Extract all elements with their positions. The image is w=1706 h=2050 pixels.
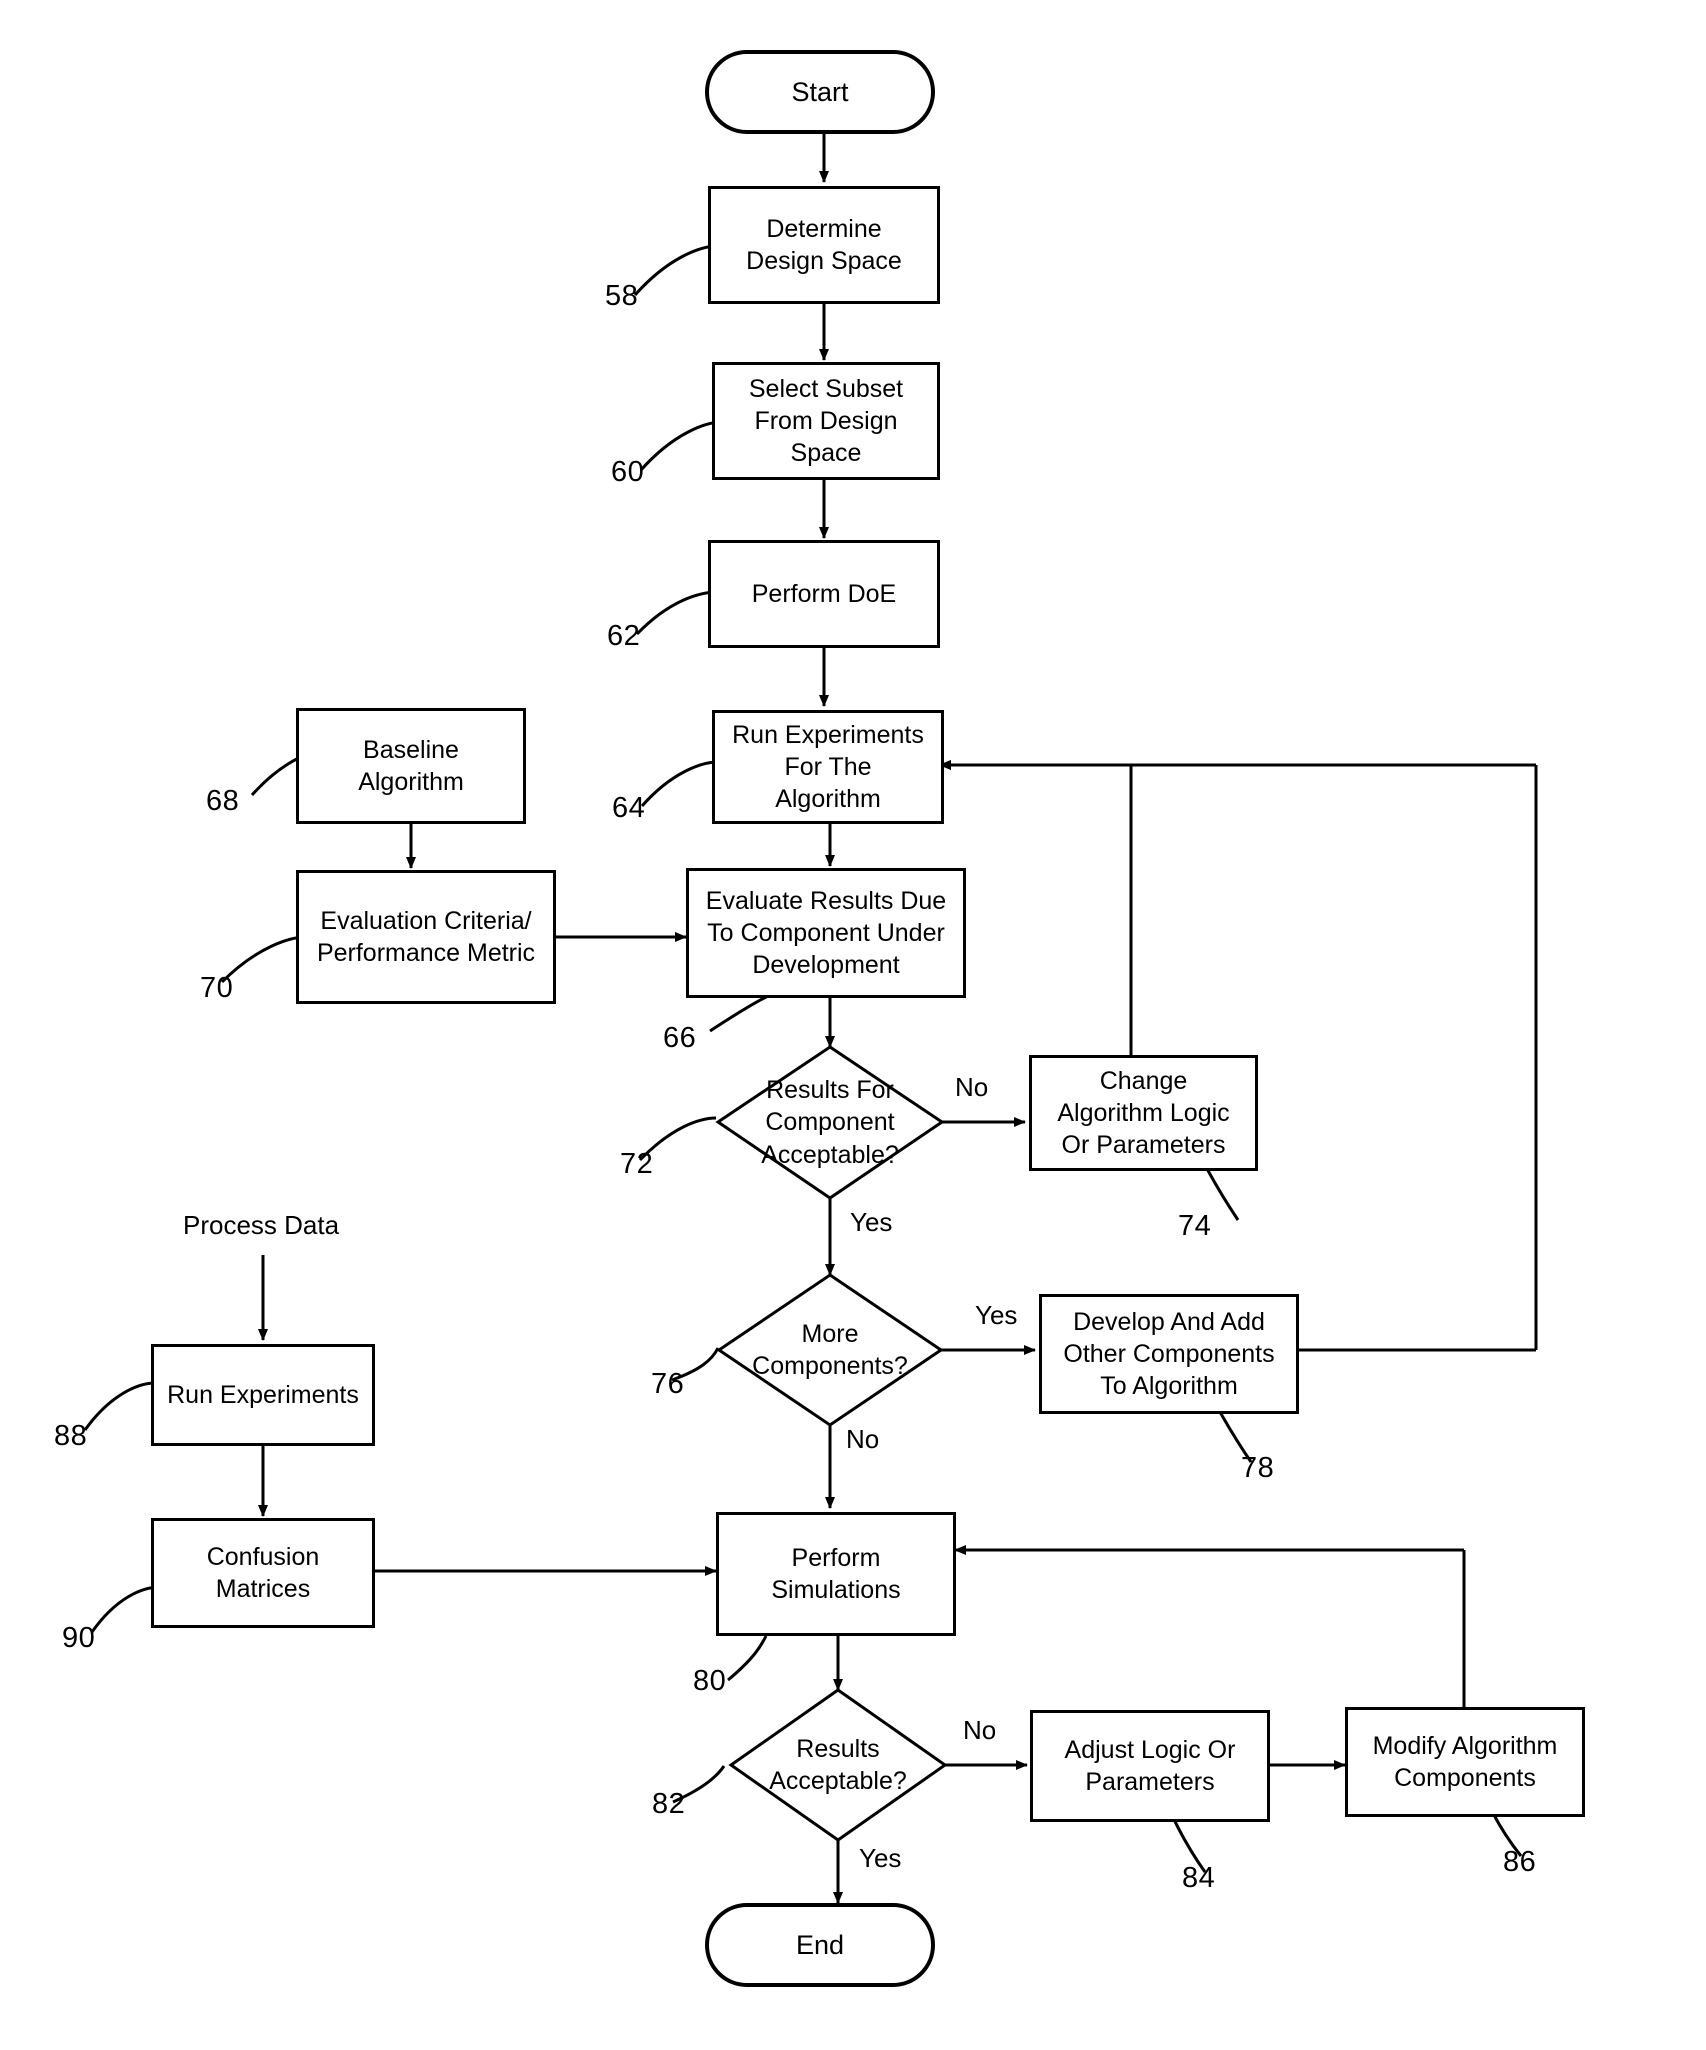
ref-number-70: 70	[200, 972, 234, 1004]
edge-label-more-components-no: No	[846, 1424, 880, 1454]
node-run-experiments-label: Run Experiments	[167, 1381, 359, 1409]
node-select-subset[interactable]: Select Subset From Design Space	[712, 362, 940, 480]
node-end-label: End	[795, 1929, 845, 1960]
node-more-components-label: More Components?	[752, 1319, 908, 1381]
node-modify-algorithm-components[interactable]: Modify Algorithm Components	[1345, 1707, 1585, 1817]
ref-number-66: 66	[663, 1022, 697, 1054]
node-evaluate-results-label: Evaluate Results Due To Component Under De…	[705, 887, 947, 979]
ref-number-82: 82	[652, 1788, 686, 1820]
ref-number-68: 68	[206, 785, 240, 817]
node-start-label: Start	[791, 76, 849, 107]
node-results-for-component[interactable]: Results For Component Acceptable?	[718, 1047, 942, 1198]
node-adjust-logic[interactable]: Adjust Logic Or Parameters	[1030, 1710, 1270, 1822]
node-more-components[interactable]: More Components?	[719, 1275, 941, 1425]
ref-number-84: 84	[1182, 1862, 1216, 1894]
node-run-experiments-algorithm-label: Run Experiments For The Algorithm	[732, 721, 924, 813]
ref-number-88: 88	[54, 1420, 88, 1452]
node-baseline-algorithm[interactable]: Baseline Algorithm	[296, 708, 526, 824]
node-confusion-matrices-label: Confusion Matrices	[206, 1543, 320, 1603]
node-change-algorithm-logic[interactable]: Change Algorithm Logic Or Parameters	[1029, 1055, 1258, 1171]
node-determine-design-space[interactable]: Determine Design Space	[708, 186, 940, 304]
ref-number-90: 90	[62, 1622, 96, 1654]
node-modify-algorithm-components-label: Modify Algorithm Components	[1372, 1732, 1558, 1792]
edge-label-more-components-yes: Yes	[975, 1300, 1018, 1330]
ref-number-74: 74	[1178, 1210, 1212, 1242]
node-develop-and-add[interactable]: Develop And Add Other Components To Algori…	[1039, 1294, 1299, 1414]
ref-number-64: 64	[612, 792, 646, 824]
node-evaluation-criteria-label: Evaluation Criteria/Performance Metric	[316, 907, 536, 967]
ref-number-72: 72	[620, 1148, 654, 1180]
node-results-for-component-label: Results For Component Acceptable?	[761, 1075, 899, 1169]
node-change-algorithm-logic-label: Change Algorithm Logic Or Parameters	[1057, 1067, 1230, 1159]
node-evaluation-criteria[interactable]: Evaluation Criteria/Performance Metric	[296, 870, 556, 1004]
ref-number-76: 76	[651, 1368, 685, 1400]
node-confusion-matrices[interactable]: Confusion Matrices	[151, 1518, 375, 1628]
node-perform-simulations[interactable]: Perform Simulations	[716, 1512, 956, 1636]
edge-label-component-no: No	[955, 1072, 989, 1102]
label-process-data: Process Data	[183, 1210, 340, 1240]
node-select-subset-label: Select Subset From Design Space	[748, 375, 904, 467]
node-results-acceptable[interactable]: Results Acceptable?	[731, 1690, 945, 1840]
edge-label-component-yes: Yes	[850, 1207, 893, 1237]
node-end[interactable]: End	[705, 1903, 935, 1987]
edge-label-results-yes: Yes	[859, 1843, 902, 1873]
edge-label-results-no: No	[963, 1715, 997, 1745]
node-develop-and-add-label: Develop And Add Other Components To Algori…	[1063, 1308, 1275, 1400]
node-evaluate-results[interactable]: Evaluate Results Due To Component Under De…	[686, 868, 966, 998]
node-determine-design-space-label: Determine Design Space	[746, 215, 902, 275]
ref-number-80: 80	[693, 1665, 727, 1697]
flowchart-page: Start End Determine Design Space Select S…	[0, 0, 1706, 2050]
ref-number-62: 62	[607, 620, 641, 652]
node-perform-simulations-label: Perform Simulations	[771, 1544, 901, 1604]
node-perform-doe-label: Perform DoE	[751, 580, 897, 608]
ref-number-86: 86	[1503, 1846, 1537, 1878]
node-results-acceptable-label: Results Acceptable?	[769, 1734, 907, 1796]
ref-number-58: 58	[605, 280, 639, 312]
node-baseline-algorithm-label: Baseline Algorithm	[358, 736, 464, 796]
node-run-experiments[interactable]: Run Experiments	[151, 1344, 375, 1446]
node-perform-doe[interactable]: Perform DoE	[708, 540, 940, 648]
node-start[interactable]: Start	[705, 50, 935, 134]
node-run-experiments-algorithm[interactable]: Run Experiments For The Algorithm	[712, 710, 944, 824]
ref-number-78: 78	[1241, 1452, 1275, 1484]
ref-number-60: 60	[611, 456, 645, 488]
node-adjust-logic-label: Adjust Logic Or Parameters	[1064, 1736, 1236, 1796]
